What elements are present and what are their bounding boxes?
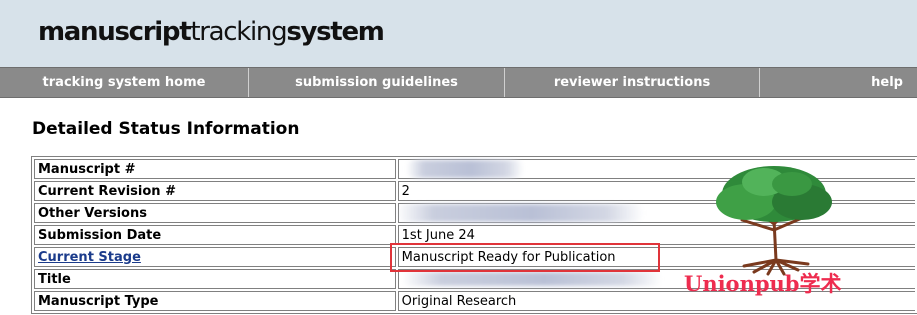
redacted-manuscript-number: [405, 160, 524, 178]
title-label: Title: [34, 269, 396, 289]
manuscript-type-label: Manuscript Type: [34, 291, 396, 311]
other-versions-label: Other Versions: [34, 203, 396, 223]
redacted-title: [401, 272, 662, 286]
current-revision-label: Current Revision #: [34, 181, 396, 201]
site-header: manuscripttrackingsystem: [0, 0, 917, 67]
main-nav: tracking system home submission guidelin…: [0, 67, 917, 98]
nav-reviewer-instructions[interactable]: reviewer instructions: [505, 68, 760, 97]
manuscript-number-label: Manuscript #: [34, 159, 396, 179]
page-title: Detailed Status Information: [32, 119, 300, 139]
nav-submission-guidelines[interactable]: submission guidelines: [249, 68, 505, 97]
logo-part-tracking: tracking: [190, 17, 287, 47]
logo-part-manuscript: manuscript: [38, 17, 192, 47]
submission-date-label: Submission Date: [34, 225, 396, 245]
redacted-other-versions: [395, 204, 644, 222]
current-stage-link[interactable]: Current Stage: [38, 250, 141, 265]
nav-tracking-system-home[interactable]: tracking system home: [0, 68, 249, 97]
watermark-text: Unionpub学术: [684, 271, 842, 296]
logo-part-system: system: [286, 17, 385, 47]
nav-help[interactable]: help: [760, 68, 917, 97]
site-logo[interactable]: manuscripttrackingsystem: [38, 16, 385, 48]
current-stage-label: Current Stage: [34, 247, 396, 267]
